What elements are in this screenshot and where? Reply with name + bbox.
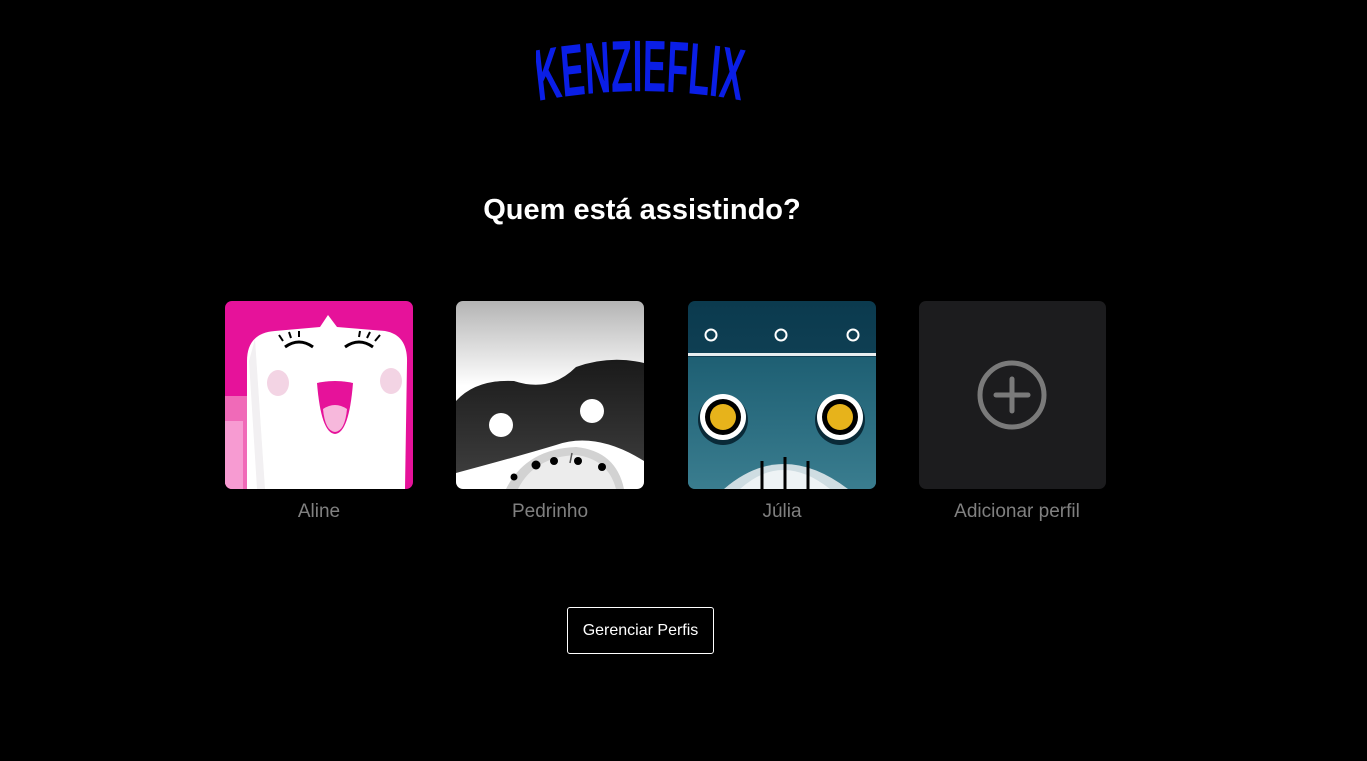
add-profile-label: Adicionar perfil [954,501,1080,522]
svg-text:KENZIEFLIX: KENZIEFLIX [536,26,746,110]
profile-name-julia: Júlia [762,501,802,522]
raccoon-mask-avatar[interactable] [456,301,644,489]
manage-profiles-button[interactable]: Gerenciar Perfis [567,607,714,654]
add-profile-tile[interactable] [919,301,1106,489]
profile-card-aline[interactable]: Aline [225,301,413,522]
profile-name-aline: Aline [297,501,341,522]
teal-robot-avatar[interactable] [688,301,876,489]
profile-name-pedrinho: Pedrinho [511,501,589,522]
profile-card-julia[interactable]: Júlia [688,301,876,522]
add-profile-card[interactable]: Adicionar perfil [919,301,1107,522]
add-plus-icon [977,360,1047,430]
page-title: Quem está assistindo? [483,194,801,226]
pink-smiling-face-avatar[interactable] [225,301,413,489]
kenzieflix-logo: KENZIEFLIX [531,24,749,118]
logo-text: KENZIEFLIX [531,26,749,118]
profile-card-pedrinho[interactable]: Pedrinho [456,301,644,522]
